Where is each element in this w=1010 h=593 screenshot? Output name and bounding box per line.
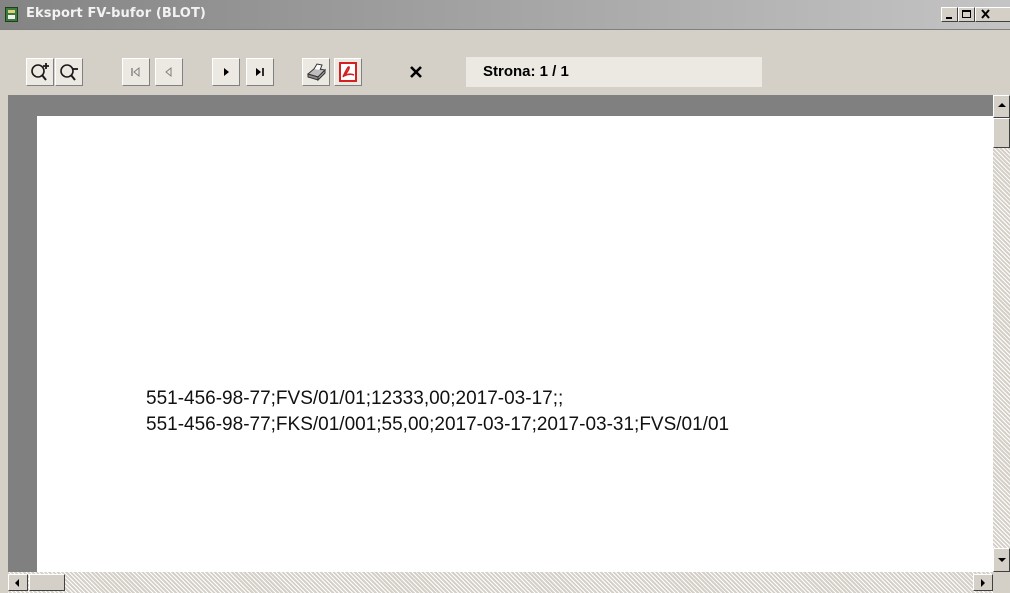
scroll-down-icon	[998, 558, 1006, 562]
print-button[interactable]	[302, 58, 330, 86]
scroll-up-button[interactable]	[993, 95, 1010, 118]
title-bar[interactable]: Eksport FV-bufor (BLOT)	[0, 0, 1010, 30]
minimize-icon	[946, 17, 952, 19]
vertical-scrollbar[interactable]	[993, 95, 1010, 572]
maximize-icon	[962, 10, 971, 18]
vertical-scroll-thumb[interactable]	[993, 118, 1010, 148]
horizontal-scroll-thumb[interactable]	[29, 574, 65, 591]
zoom-out-icon	[60, 64, 78, 81]
document-page: 551-456-98-77;FVS/01/01;12333,00;2017-03…	[37, 116, 993, 572]
close-preview-button[interactable]	[402, 58, 430, 86]
toolbar: Strona: 1 / 1	[0, 30, 1010, 94]
scroll-down-button[interactable]	[993, 548, 1010, 572]
scroll-right-button[interactable]	[973, 574, 993, 591]
scroll-right-icon	[981, 579, 985, 587]
close-window-icon	[981, 9, 990, 19]
last-page-icon	[256, 68, 264, 76]
first-page-icon	[131, 66, 140, 78]
document-line: 551-456-98-77;FVS/01/01;12333,00;2017-03…	[146, 388, 564, 409]
document-line: 551-456-98-77;FKS/01/001;55,00;2017-03-1…	[146, 414, 730, 435]
prev-page-button[interactable]	[155, 58, 183, 86]
horizontal-scrollbar[interactable]	[8, 572, 993, 593]
zoom-in-button[interactable]	[26, 58, 54, 86]
scroll-left-button[interactable]	[8, 574, 28, 591]
next-page-icon	[224, 68, 229, 76]
zoom-out-button[interactable]	[55, 58, 83, 86]
scroll-up-icon	[998, 103, 1006, 107]
zoom-in-icon	[31, 63, 49, 81]
pdf-icon	[339, 62, 357, 82]
export-pdf-button[interactable]	[334, 58, 362, 86]
scroll-left-icon	[15, 579, 19, 587]
size-grip[interactable]	[993, 572, 1010, 593]
preview-area[interactable]: 551-456-98-77;FVS/01/01;12333,00;2017-03…	[8, 95, 993, 572]
minimize-button[interactable]	[941, 7, 958, 22]
close-window-button[interactable]	[975, 7, 1010, 22]
window-title: Eksport FV-bufor (BLOT)	[26, 6, 206, 21]
last-page-button[interactable]	[246, 58, 274, 86]
page-indicator: Strona: 1 / 1	[466, 57, 762, 87]
prev-page-icon	[165, 66, 172, 78]
close-icon	[410, 66, 422, 78]
first-page-button[interactable]	[122, 58, 150, 86]
next-page-button[interactable]	[212, 58, 240, 86]
app-icon	[5, 7, 18, 22]
maximize-button[interactable]	[958, 7, 975, 22]
printer-icon	[306, 63, 327, 82]
